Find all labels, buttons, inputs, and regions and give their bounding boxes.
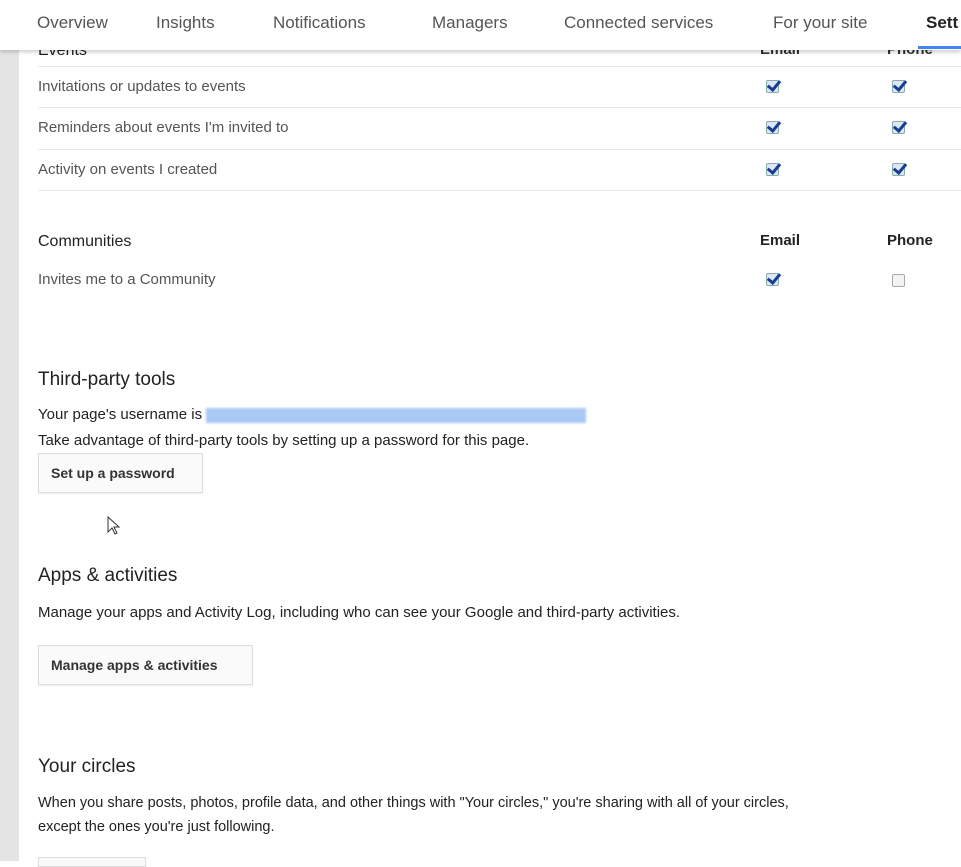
circles-description-line1: When you share posts, photos, profile da…: [38, 795, 789, 811]
communities-email-header: Email: [760, 232, 801, 249]
email-checkbox[interactable]: [766, 121, 779, 134]
divider: [38, 190, 961, 191]
email-checkbox[interactable]: [766, 273, 779, 286]
tab-connected-services[interactable]: Connected services: [564, 13, 713, 33]
phone-checkbox[interactable]: [892, 121, 905, 134]
apps-title: Apps & activities: [38, 565, 178, 586]
active-tab-indicator: [918, 46, 961, 49]
community-row-label: Invites me to a Community: [38, 271, 216, 288]
circles-title: Your circles: [38, 756, 136, 777]
tab-managers[interactable]: Managers: [432, 13, 508, 33]
phone-checkbox[interactable]: [892, 80, 905, 93]
username-prefix: Your page's username is: [38, 406, 203, 423]
tab-for-your-site[interactable]: For your site: [773, 13, 867, 33]
circles-description-line2: except the ones you're just following.: [38, 819, 275, 835]
divider: [38, 66, 961, 67]
username-redacted: [206, 407, 587, 423]
circles-button[interactable]: [38, 857, 146, 867]
tab-overview[interactable]: Overview: [37, 13, 108, 33]
divider: [38, 149, 961, 150]
tab-notifications[interactable]: Notifications: [273, 13, 366, 33]
email-checkbox[interactable]: [766, 80, 779, 93]
manage-apps-button[interactable]: Manage apps & activities: [38, 645, 253, 685]
left-gutter: [0, 0, 19, 861]
username-line: Your page's username is: [38, 406, 587, 423]
third-party-title: Third-party tools: [38, 369, 176, 390]
email-checkbox[interactable]: [766, 163, 779, 176]
set-up-password-button[interactable]: Set up a password: [38, 453, 203, 493]
apps-description: Manage your apps and Activity Log, inclu…: [38, 604, 681, 621]
third-party-description: Take advantage of third-party tools by s…: [38, 432, 530, 449]
phone-checkbox[interactable]: [892, 163, 905, 176]
event-row-label: Activity on events I created: [38, 161, 218, 178]
event-row-label: Invitations or updates to events: [38, 78, 246, 95]
communities-phone-header: Phone: [887, 232, 933, 249]
tab-settings[interactable]: Sett: [926, 13, 958, 33]
event-row-label: Reminders about events I'm invited to: [38, 119, 289, 136]
tab-bar: Overview Insights Notifications Managers…: [0, 0, 961, 50]
tab-insights[interactable]: Insights: [156, 13, 215, 33]
phone-checkbox[interactable]: [892, 274, 905, 287]
divider: [38, 107, 961, 108]
communities-title: Communities: [38, 233, 132, 250]
mouse-cursor-icon: [107, 516, 121, 535]
